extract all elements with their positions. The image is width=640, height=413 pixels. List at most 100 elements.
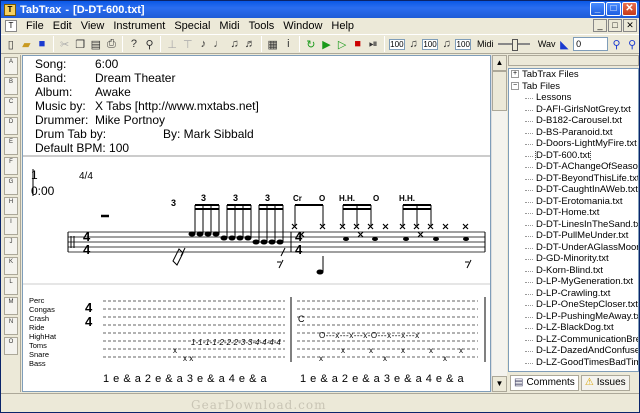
doc-close-button[interactable]: ✕ — [623, 19, 637, 32]
note-up-icon[interactable]: ⊥ — [165, 36, 179, 52]
tempo-field-2[interactable]: 100 — [422, 38, 438, 50]
tree-item[interactable]: D-LP-PushingMeAway.txt — [509, 311, 638, 323]
tree-item[interactable]: D-GD-Minority.txt — [509, 253, 638, 265]
copy-icon[interactable]: ❐ — [73, 36, 87, 52]
tempo-note-icon[interactable]: ♫ — [407, 36, 421, 52]
tree-item[interactable]: D-LZ-CommunicationBreakdown.txt — [509, 334, 638, 346]
tree-item[interactable]: D-DT-AChangeOfSeasons.txt — [509, 161, 638, 173]
tree-item[interactable]: D-LZ-DazedAndConfused.txt — [509, 345, 638, 357]
tree-item[interactable]: D-LP-Crawling.txt — [509, 288, 638, 300]
tool-button-6[interactable]: F — [4, 157, 18, 175]
tree-item[interactable]: D-BS-Paranoid.txt — [509, 127, 638, 139]
tool-button-14[interactable]: N — [4, 317, 18, 335]
sixteenth-note-icon[interactable]: ♬ — [243, 36, 257, 52]
zoom-out-icon[interactable]: ⚲ — [625, 36, 639, 52]
menu-view[interactable]: View — [81, 20, 105, 32]
wav-icon[interactable]: ◣ — [558, 36, 572, 52]
help-icon[interactable]: ? — [127, 36, 141, 52]
tool-button-8[interactable]: H — [4, 197, 18, 215]
tool-button-11[interactable]: K — [4, 257, 18, 275]
menu-window[interactable]: Window — [283, 20, 322, 32]
tempo-field-3[interactable]: 100 — [455, 38, 472, 50]
tab-comments[interactable]: ▤ Comments — [510, 374, 579, 391]
tab-issues[interactable]: ⚠ Issues — [580, 374, 630, 391]
tree-item[interactable]: D-DT-UnderAGlassMoon.txt — [509, 242, 638, 254]
tool-button-4[interactable]: D — [4, 117, 18, 135]
tool-button-7[interactable]: G — [4, 177, 18, 195]
step-icon[interactable]: ⏯ — [366, 36, 380, 52]
doc-restore-button[interactable]: □ — [608, 19, 622, 32]
open-folder-icon[interactable]: ▰ — [20, 36, 34, 52]
play-from-cursor-icon[interactable]: ▷ — [335, 36, 349, 52]
time-signature: 4/4 — [79, 171, 93, 182]
tree-root-tab-files[interactable]: − Tab Files — [509, 81, 638, 93]
svg-text:4: 4 — [295, 242, 303, 257]
quarter-note-icon[interactable]: ♩ — [212, 36, 226, 52]
menu-tools[interactable]: Tools — [249, 20, 275, 32]
maximize-button[interactable]: □ — [606, 2, 621, 16]
tree-item[interactable]: D-LP-OneStepCloser.txt — [509, 299, 638, 311]
tree-item-selected[interactable]: D-DT-600.txt — [509, 149, 638, 161]
tab-crash-mark: C — [298, 314, 305, 324]
wav-offset-input[interactable]: 0 — [573, 37, 608, 51]
minimize-button[interactable]: _ — [590, 2, 605, 16]
scroll-down-icon[interactable]: ▼ — [492, 376, 507, 392]
tool-button-2[interactable]: B — [4, 77, 18, 95]
context-help-icon[interactable]: ⚲ — [143, 36, 157, 52]
close-button[interactable]: ✕ — [622, 2, 637, 16]
info-icon[interactable]: i — [282, 36, 296, 52]
zoom-in-icon[interactable]: ⚲ — [610, 36, 624, 52]
tool-button-12[interactable]: L — [4, 277, 18, 295]
tree-item[interactable]: D-DT-BeyondThisLife.txt — [509, 173, 638, 185]
file-tree[interactable]: + TabTrax Files − Tab Files Lessons D-AFI-… — [508, 68, 639, 372]
eighth-note-icon[interactable]: ♪ — [197, 36, 211, 52]
doc-minimize-button[interactable]: _ — [593, 19, 607, 32]
tree-item[interactable]: D-Korn-Blind.txt — [509, 265, 638, 277]
tree-item[interactable]: D-DT-CaughtInAWeb.txt — [509, 184, 638, 196]
new-file-icon[interactable]: ▯ — [4, 36, 18, 52]
tool-button-3[interactable]: C — [4, 97, 18, 115]
tree-item[interactable]: D-LZ-GoodTimesBadTimes.txt — [509, 357, 638, 369]
menu-midi[interactable]: Midi — [219, 20, 239, 32]
note-down-icon[interactable]: ⊤ — [181, 36, 195, 52]
menu-edit[interactable]: Edit — [53, 20, 72, 32]
midi-volume-slider[interactable] — [497, 39, 530, 51]
menu-file[interactable]: File — [26, 20, 44, 32]
tab-document[interactable]: Song: 6:00 Band: Dream Theater Album: Aw… — [22, 55, 491, 392]
tool-button-1[interactable]: A — [4, 57, 18, 75]
vertical-scrollbar[interactable]: ▲ ▼ — [491, 55, 507, 392]
tree-item[interactable]: D-AFI-GirlsNotGrey.txt — [509, 104, 638, 116]
paste-icon[interactable]: ▤ — [89, 36, 103, 52]
properties-icon[interactable]: ▦ — [266, 36, 280, 52]
tool-button-10[interactable]: J — [4, 237, 18, 255]
tree-item[interactable]: D-Doors-LightMyFire.txt — [509, 138, 638, 150]
tool-button-15[interactable]: O — [4, 337, 18, 355]
play-loop-icon[interactable]: ↻ — [304, 36, 318, 52]
scroll-up-icon[interactable]: ▲ — [492, 55, 507, 71]
save-icon[interactable]: ■ — [35, 36, 49, 52]
tree-item[interactable]: D-B182-Carousel.txt — [509, 115, 638, 127]
cut-icon[interactable]: ✂ — [58, 36, 72, 52]
tree-root-tabtrax-files[interactable]: + TabTrax Files — [509, 69, 638, 81]
play-icon[interactable]: ▶ — [320, 36, 334, 52]
document-icon[interactable]: T — [5, 20, 17, 32]
tempo-field-1[interactable]: 100 — [389, 38, 405, 50]
tree-item[interactable]: Lessons — [509, 92, 638, 104]
tree-item[interactable]: D-DT-LinesInTheSand.txt — [509, 219, 638, 231]
beamed-note-icon[interactable]: ♫ — [228, 36, 242, 52]
tree-item[interactable]: D-DT-PullMeUnder.txt — [509, 230, 638, 242]
tool-button-9[interactable]: I — [4, 217, 18, 235]
menu-special[interactable]: Special — [174, 20, 210, 32]
tempo-note-icon-2[interactable]: ♫ — [440, 36, 454, 52]
tool-button-5[interactable]: E — [4, 137, 18, 155]
menu-instrument[interactable]: Instrument — [113, 20, 165, 32]
tree-item[interactable]: D-DT-Erotomania.txt — [509, 196, 638, 208]
tree-item[interactable]: D-DT-Home.txt — [509, 207, 638, 219]
tool-button-13[interactable]: M — [4, 297, 18, 315]
tree-item[interactable]: D-LZ-BlackDog.txt — [509, 322, 638, 334]
stop-icon[interactable]: ■ — [351, 36, 365, 52]
scroll-thumb[interactable] — [492, 71, 507, 111]
print-icon[interactable]: ⎙ — [105, 36, 119, 52]
tree-item[interactable]: D-LP-MyGeneration.txt — [509, 276, 638, 288]
menu-help[interactable]: Help — [331, 20, 354, 32]
